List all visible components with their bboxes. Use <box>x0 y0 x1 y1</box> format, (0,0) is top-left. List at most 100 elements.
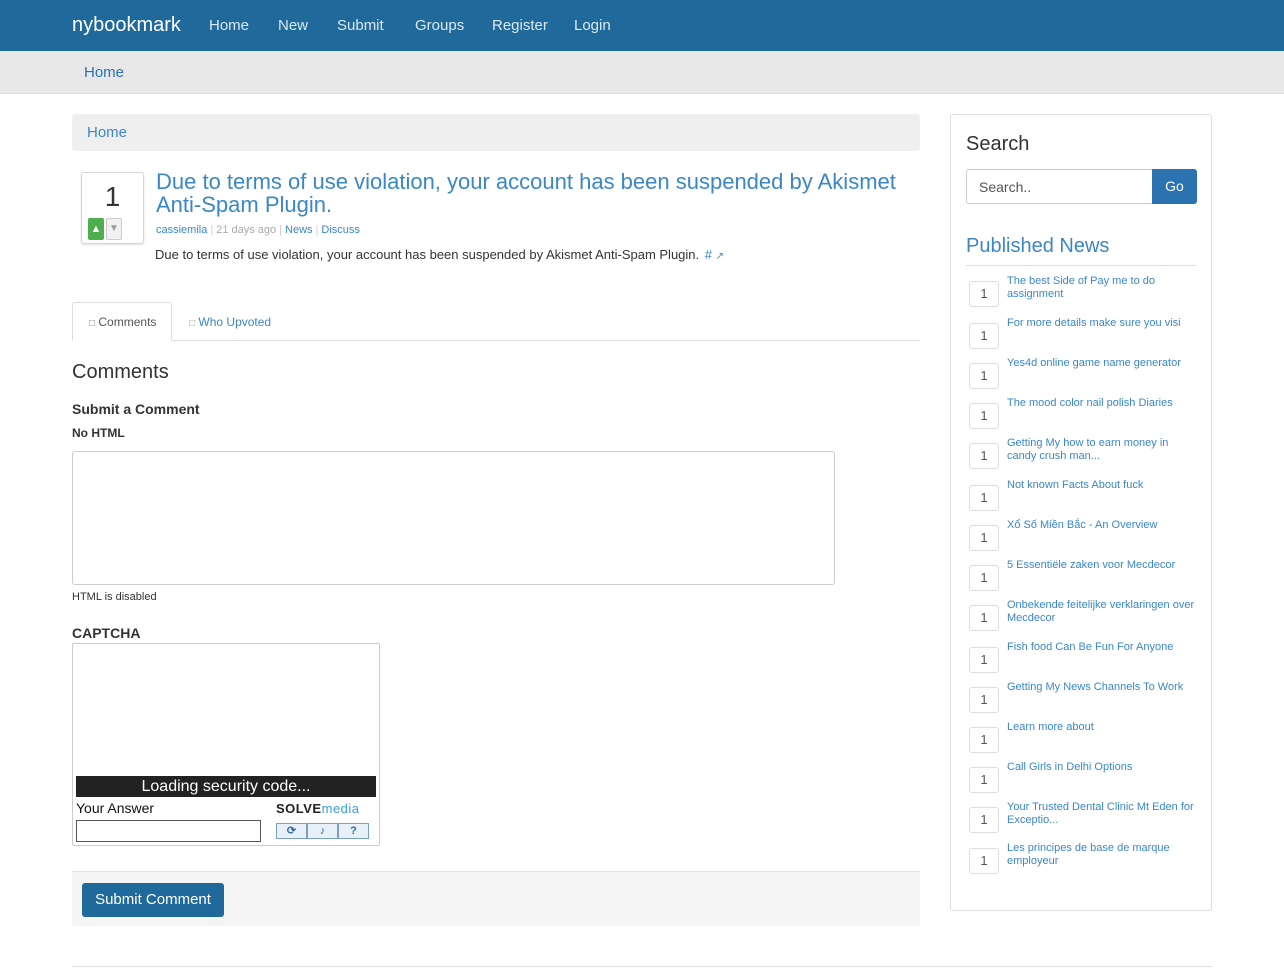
news-count: 1 <box>969 363 999 389</box>
news-item: 1 Les principes de base de marque employe… <box>969 842 1199 884</box>
news-count: 1 <box>969 605 999 631</box>
tab-comments-label: Comments <box>98 315 157 329</box>
captcha-widget: Loading security code... Your Answer SOL… <box>72 643 380 846</box>
external-link[interactable]: # ↗ <box>705 247 724 262</box>
post-description: Due to terms of use violation, your acco… <box>155 247 724 262</box>
published-news-divider <box>966 265 1196 266</box>
breadcrumb-home-link[interactable]: Home <box>87 124 127 141</box>
published-news-title: Published News <box>966 235 1110 257</box>
help-icon[interactable]: ? <box>338 823 369 839</box>
news-count: 1 <box>969 323 999 349</box>
html-disabled-note: HTML is disabled <box>72 591 157 603</box>
post-time: 21 days ago <box>216 224 277 236</box>
news-item: 1 Not known Facts About fuck <box>969 479 1199 521</box>
footer-divider <box>72 966 1212 967</box>
nav-home[interactable]: Home <box>209 17 249 34</box>
captcha-answer-label: Your Answer <box>76 800 155 816</box>
news-title-link[interactable]: 5 Essentiële zaken voor Mecdecor <box>1007 559 1197 572</box>
news-title-link[interactable]: Onbekende feitelijke verklaringen over M… <box>1007 599 1197 625</box>
audio-icon[interactable]: ♪ <box>307 823 338 839</box>
refresh-icon[interactable]: ⟳ <box>276 823 307 839</box>
top-navbar: nybookmark Home New Submit Groups Regist… <box>0 0 1284 51</box>
news-item: 1 Call Girls in Delhi Options <box>969 761 1199 803</box>
comment-icon: □ <box>89 318 96 329</box>
news-count: 1 <box>969 443 999 469</box>
nav-login[interactable]: Login <box>574 17 611 34</box>
news-item: 1 For more details make sure you visi <box>969 317 1199 359</box>
vote-count: 1 <box>104 181 121 212</box>
meta-separator: | <box>315 224 319 236</box>
sidebar-go-button[interactable]: Go <box>1152 169 1197 204</box>
news-count: 1 <box>969 687 999 713</box>
submit-comment-heading: Submit a Comment <box>72 401 200 417</box>
solve-logo-word: SOLVE <box>276 801 322 816</box>
news-title-link[interactable]: Les principes de base de marque employeu… <box>1007 842 1197 868</box>
news-item: 1 Onbekende feitelijke verklaringen over … <box>969 599 1199 641</box>
brand-logo[interactable]: nybookmark <box>72 14 181 37</box>
captcha-answer-input[interactable] <box>76 820 261 842</box>
post-title[interactable]: Due to terms of use violation, your acco… <box>156 170 916 216</box>
sidebar-search-title: Search <box>966 133 1030 155</box>
meta-separator: | <box>210 224 214 236</box>
news-item: 1 Getting My News Channels To Work <box>969 681 1199 723</box>
breadcrumb: Home <box>72 114 920 151</box>
nav-submit[interactable]: Submit <box>337 17 384 34</box>
news-title-link[interactable]: Not known Facts About fuck <box>1007 479 1197 492</box>
subbar-home-link[interactable]: Home <box>84 64 124 81</box>
news-title-link[interactable]: Call Girls in Delhi Options <box>1007 761 1197 774</box>
news-item: 1 Fish food Can Be Fun For Anyone <box>969 641 1199 683</box>
news-item: 1 Yes4d online game name generator <box>969 357 1199 399</box>
news-title-link[interactable]: Yes4d online game name generator <box>1007 357 1197 370</box>
sidebar: Search Search.. Go Published News 1 The b… <box>950 114 1212 911</box>
news-title-link[interactable]: Getting My News Channels To Work <box>1007 681 1197 694</box>
news-title-link[interactable]: Fish food Can Be Fun For Anyone <box>1007 641 1197 654</box>
news-item: 1 5 Essentiële zaken voor Mecdecor <box>969 559 1199 601</box>
upvote-icon: □ <box>189 318 196 329</box>
news-title-link[interactable]: For more details make sure you visi <box>1007 317 1197 330</box>
news-title-link[interactable]: Getting My how to earn money in candy cr… <box>1007 437 1197 463</box>
thumbs-up-icon[interactable]: ▲ <box>88 218 104 240</box>
news-count: 1 <box>969 727 999 753</box>
external-link-icon: ↗ <box>715 251 725 262</box>
news-title-link[interactable]: Learn more about <box>1007 721 1197 734</box>
solve-media-logo: SOLVEmedia <box>276 801 360 816</box>
news-count: 1 <box>969 403 999 429</box>
news-count: 1 <box>969 565 999 591</box>
news-item: 1 Xổ Số Miền Bắc - An Overview <box>969 519 1199 561</box>
nav-register[interactable]: Register <box>492 17 548 34</box>
tabs-divider <box>72 340 920 341</box>
tab-who-upvoted[interactable]: □ Who Upvoted <box>189 315 271 329</box>
nav-groups[interactable]: Groups <box>415 17 464 34</box>
news-count: 1 <box>969 485 999 511</box>
news-item: 1 Your Trusted Dental Clinic Mt Eden for … <box>969 801 1199 843</box>
news-title-link[interactable]: Xổ Số Miền Bắc - An Overview <box>1007 519 1197 532</box>
news-count: 1 <box>969 525 999 551</box>
sub-header-bar: Home <box>0 51 1284 94</box>
submit-comment-button[interactable]: Submit Comment <box>82 883 224 917</box>
thumbs-down-icon[interactable]: ▼ <box>106 218 122 240</box>
news-item: 1 Learn more about <box>969 721 1199 763</box>
news-count: 1 <box>969 807 999 833</box>
sidebar-search-input[interactable]: Search.. <box>966 169 1153 204</box>
post-meta: cassiemila | 21 days ago | News | Discuss <box>156 224 360 236</box>
nav-new[interactable]: New <box>278 17 308 34</box>
news-count: 1 <box>969 848 999 874</box>
vote-box: 1 ▲ ▼ <box>81 172 144 244</box>
news-title-link[interactable]: The mood color nail polish Diaries <box>1007 397 1197 410</box>
hash-link-text: # <box>704 247 712 262</box>
comment-textarea[interactable] <box>72 451 835 585</box>
news-count: 1 <box>969 647 999 673</box>
submit-area: Submit Comment <box>72 871 920 926</box>
news-title-link[interactable]: The best Side of Pay me to do assignment <box>1007 275 1197 301</box>
post-discuss-link[interactable]: Discuss <box>321 224 360 236</box>
post-author-link[interactable]: cassiemila <box>156 224 207 236</box>
news-count: 1 <box>969 767 999 793</box>
news-title-link[interactable]: Your Trusted Dental Clinic Mt Eden for E… <box>1007 801 1197 827</box>
comments-heading: Comments <box>72 361 169 383</box>
post-description-text: Due to terms of use violation, your acco… <box>155 247 700 262</box>
news-item: 1 The mood color nail polish Diaries <box>969 397 1199 439</box>
post-category-link[interactable]: News <box>285 224 313 236</box>
tab-comments[interactable]: □ Comments <box>72 302 172 341</box>
no-html-label: No HTML <box>72 426 125 440</box>
news-count: 1 <box>969 281 999 307</box>
